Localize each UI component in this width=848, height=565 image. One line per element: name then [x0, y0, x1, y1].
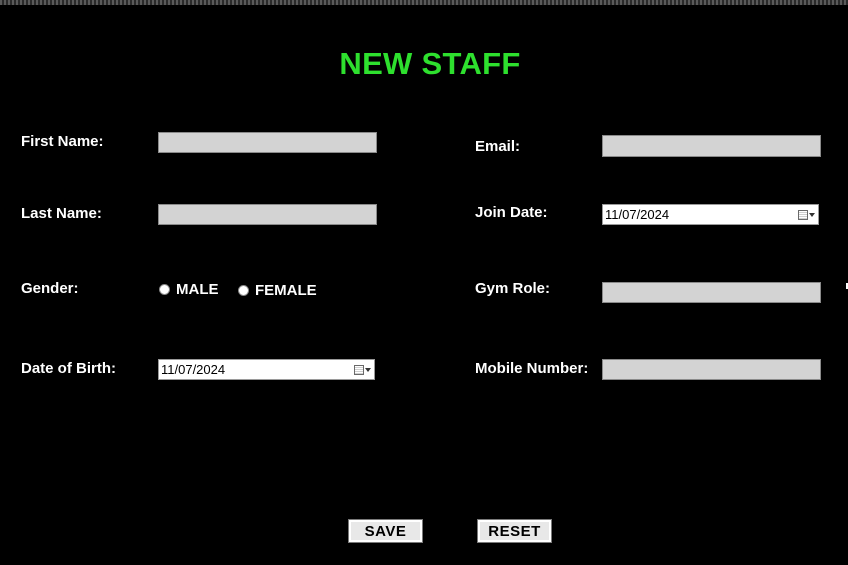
- gym-role-label: Gym Role:: [475, 280, 551, 297]
- calendar-icon: [353, 364, 364, 375]
- gender-male-label: MALE: [176, 281, 219, 298]
- email-label: Email:: [475, 138, 521, 155]
- gender-female-option[interactable]: FEMALE: [238, 282, 317, 299]
- chevron-down-icon: [808, 212, 815, 217]
- gender-male-option[interactable]: MALE: [159, 281, 219, 298]
- last-name-label: Last Name:: [21, 205, 102, 222]
- join-date-label: Join Date:: [475, 204, 548, 221]
- last-name-field[interactable]: [158, 204, 377, 225]
- mobile-number-field[interactable]: [602, 359, 821, 380]
- dob-label: Date of Birth:: [21, 360, 116, 377]
- mobile-number-label: Mobile Number:: [475, 360, 589, 377]
- gender-label: Gender:: [21, 280, 79, 297]
- join-date-picker[interactable]: 11/07/2024: [602, 204, 819, 225]
- dob-calendar-button[interactable]: [350, 360, 374, 379]
- first-name-field[interactable]: [158, 132, 377, 153]
- gender-male-radio[interactable]: [159, 284, 170, 295]
- chevron-down-icon: [364, 367, 371, 372]
- gender-female-radio[interactable]: [238, 285, 249, 296]
- window-top-border: [0, 0, 848, 5]
- dob-date-picker[interactable]: 11/07/2024: [158, 359, 375, 380]
- gym-role-field[interactable]: [602, 282, 821, 303]
- reset-button[interactable]: RESET: [477, 519, 552, 543]
- email-field[interactable]: [602, 135, 821, 157]
- join-date-value: 11/07/2024: [605, 207, 670, 222]
- dob-date-value: 11/07/2024: [161, 362, 226, 377]
- page-title: NEW STAFF: [339, 46, 521, 81]
- gender-female-label: FEMALE: [255, 282, 317, 299]
- calendar-icon: [797, 209, 808, 220]
- save-button[interactable]: SAVE: [348, 519, 423, 543]
- join-date-calendar-button[interactable]: [794, 205, 818, 224]
- first-name-label: First Name:: [21, 133, 104, 150]
